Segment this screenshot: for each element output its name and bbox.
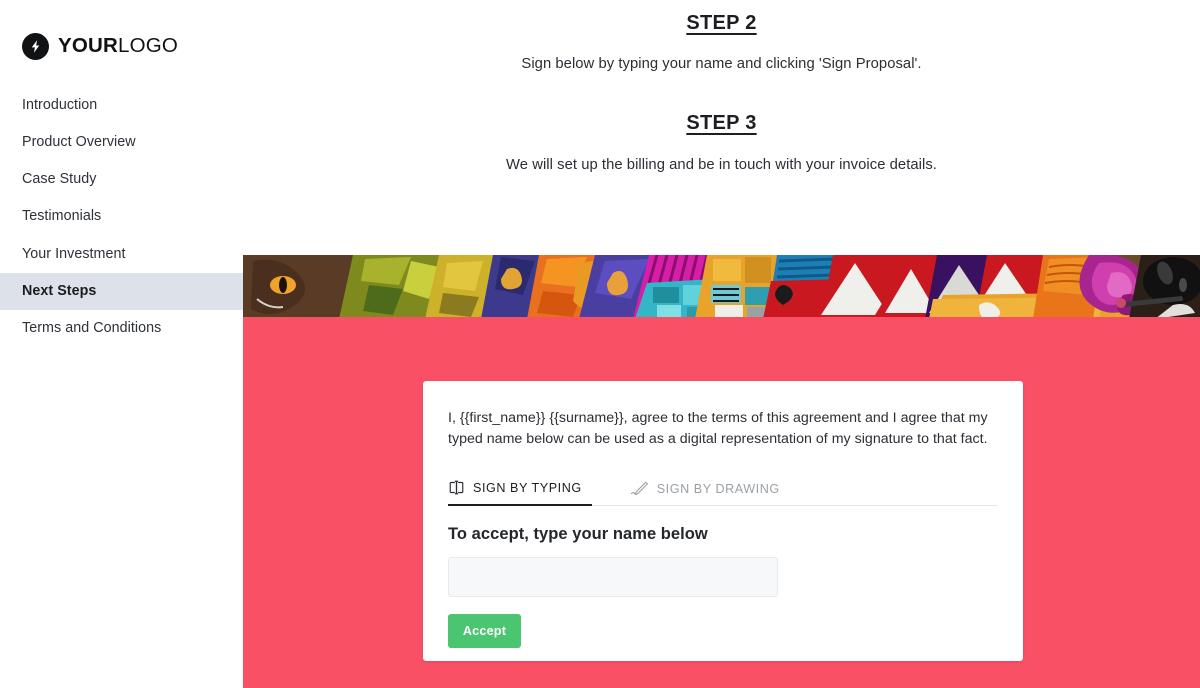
proposal-page: YOURLOGO Introduction Product Overview C…: [0, 0, 1200, 688]
sidebar-item-next-steps[interactable]: Next Steps: [0, 272, 243, 310]
sidebar-nav: Introduction Product Overview Case Study…: [0, 87, 243, 347]
logo-text-light: LOGO: [118, 34, 179, 57]
sidebar-item-case-study[interactable]: Case Study: [0, 161, 243, 198]
tab-sign-by-typing-label: SIGN BY TYPING: [473, 480, 582, 495]
steps-section: STEP 2 Sign below by typing your name an…: [243, 0, 1200, 255]
logo-text: YOURLOGO: [58, 34, 178, 58]
tab-sign-by-typing[interactable]: SIGN BY TYPING: [448, 480, 592, 507]
lightning-bolt-icon: [22, 32, 49, 60]
type-cursor-icon: [448, 480, 465, 495]
sidebar-item-your-investment[interactable]: Your Investment: [0, 236, 243, 273]
signature-name-input[interactable]: [448, 557, 778, 598]
tab-sign-by-drawing[interactable]: SIGN BY DRAWING: [630, 481, 780, 505]
name-input-label: To accept, type your name below: [448, 525, 708, 544]
sidebar: YOURLOGO Introduction Product Overview C…: [0, 0, 243, 688]
step-2-heading: STEP 2: [686, 12, 757, 34]
signature-method-tabs: SIGN BY TYPING SIGN BY DRAWING: [448, 473, 998, 507]
signature-card: I, {{first_name}} {{surname}}, agree to …: [423, 381, 1023, 661]
signature-section: I, {{first_name}} {{surname}}, agree to …: [243, 319, 1200, 688]
sidebar-item-introduction[interactable]: Introduction: [0, 87, 243, 124]
tab-sign-by-drawing-label: SIGN BY DRAWING: [656, 481, 780, 496]
sidebar-item-terms-and-conditions[interactable]: Terms and Conditions: [0, 310, 243, 347]
sidebar-item-product-overview[interactable]: Product Overview: [0, 124, 243, 161]
sidebar-item-testimonials[interactable]: Testimonials: [0, 198, 243, 235]
graffiti-banner-image: [243, 255, 1200, 319]
logo-text-bold: YOUR: [58, 34, 119, 57]
main-content: STEP 2 Sign below by typing your name an…: [243, 0, 1200, 688]
accept-button[interactable]: Accept: [448, 614, 521, 649]
step-3-body: We will set up the billing and be in tou…: [506, 157, 937, 173]
step-3-heading: STEP 3: [686, 112, 757, 134]
logo[interactable]: YOURLOGO: [0, 0, 243, 62]
agreement-text: I, {{first_name}} {{surname}}, agree to …: [448, 410, 988, 448]
step-2-body: Sign below by typing your name and click…: [521, 56, 922, 72]
pen-signature-icon: [630, 481, 649, 496]
